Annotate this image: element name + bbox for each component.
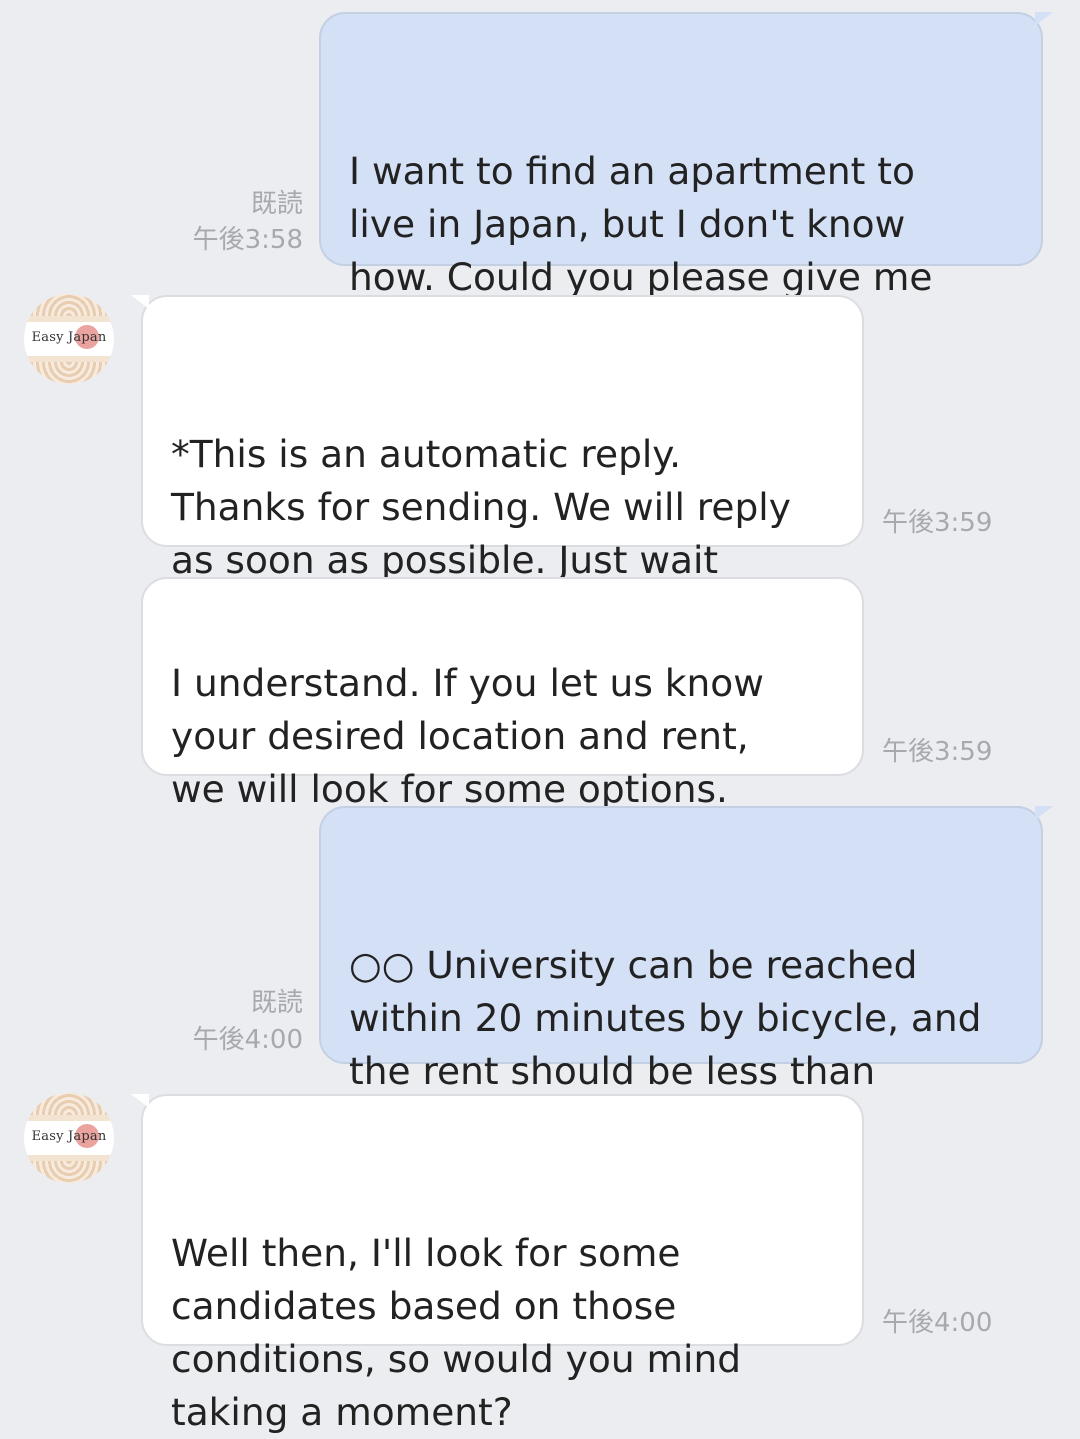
message-timestamp: 午後3:59 (882, 508, 993, 538)
outgoing-message-bubble[interactable]: I want to find an apartment to live in J… (319, 12, 1053, 352)
message-timestamp: 午後3:58 (192, 225, 303, 255)
avatar-wave-pattern (24, 1093, 114, 1115)
bubble-tail (131, 1094, 149, 1108)
incoming-message-bubble[interactable]: *This is an automatic reply. Thanks for … (131, 295, 864, 635)
contact-avatar[interactable]: Easy Japan (24, 1093, 114, 1183)
incoming-message-bubble[interactable]: I understand. If you let us know your de… (141, 577, 864, 811)
bubble-tail (1035, 12, 1053, 26)
avatar-wave-pattern (24, 1161, 114, 1183)
message-timestamp: 午後4:00 (882, 1308, 993, 1338)
message-text: Well then, I'll look for some candidates… (171, 1231, 742, 1434)
outgoing-message-bubble[interactable]: ○○ University can be reached within 20 m… (319, 806, 1053, 1146)
incoming-message-bubble[interactable]: Well then, I'll look for some candidates… (131, 1094, 864, 1434)
message-timestamp: 午後4:00 (192, 1025, 303, 1055)
avatar-wave-pattern (24, 294, 114, 316)
bubble-tail (131, 295, 149, 309)
avatar-logo-text: Easy Japan (31, 330, 107, 345)
read-receipt: 既読 (250, 988, 303, 1018)
read-receipt: 既読 (250, 189, 303, 219)
message-text: I understand. If you let us know your de… (171, 661, 764, 811)
bubble-tail (1035, 806, 1053, 820)
message-timestamp: 午後3:59 (882, 737, 993, 767)
avatar-wave-pattern (24, 362, 114, 384)
avatar-logo-text: Easy Japan (31, 1129, 107, 1144)
contact-avatar[interactable]: Easy Japan (24, 294, 114, 384)
